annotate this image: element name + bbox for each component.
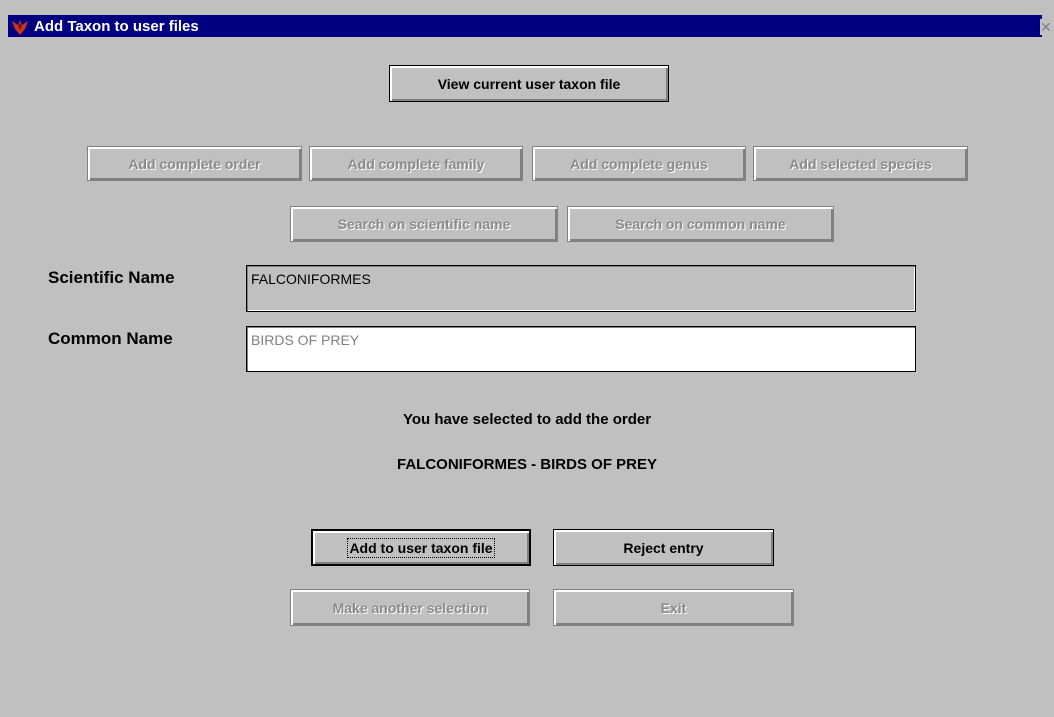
exit-label: Exit (660, 599, 687, 616)
reject-entry-button[interactable]: Reject entry (553, 529, 774, 566)
view-user-taxon-file-button[interactable]: View current user taxon file (389, 65, 669, 102)
selected-taxon-text: FALCONIFORMES - BIRDS OF PREY (396, 456, 657, 473)
window-title: Add Taxon to user files (34, 18, 199, 35)
common-name-label: Common Name (48, 329, 173, 348)
scientific-name-label: Scientific Name (48, 268, 175, 287)
add-complete-order-label: Add complete order (128, 155, 261, 172)
search-common-name-label: Search on common name (615, 216, 786, 232)
add-to-user-taxon-file-label: Add to user taxon file (347, 537, 495, 558)
add-complete-family-button[interactable]: Add complete family (309, 146, 523, 181)
add-selected-species-label: Add selected species (789, 155, 932, 172)
exit-button[interactable]: Exit (553, 589, 794, 626)
add-taxon-window: Add Taxon to user files ✕ View current u… (0, 0, 1054, 717)
bird-app-icon (10, 17, 30, 37)
make-another-selection-label: Make another selection (332, 599, 488, 616)
common-name-field[interactable]: BIRDS OF PREY (246, 326, 916, 372)
reject-entry-label: Reject entry (623, 539, 704, 556)
add-complete-genus-button[interactable]: Add complete genus (532, 146, 746, 181)
search-scientific-name-label: Search on scientific name (337, 216, 511, 232)
selection-message: You have selected to add the order (402, 411, 652, 428)
close-icon[interactable]: ✕ (1040, 19, 1054, 35)
search-common-name-button[interactable]: Search on common name (567, 206, 834, 242)
add-complete-family-label: Add complete family (347, 155, 485, 172)
add-to-user-taxon-file-button[interactable]: Add to user taxon file (311, 529, 531, 566)
add-complete-order-button[interactable]: Add complete order (87, 146, 302, 181)
make-another-selection-button[interactable]: Make another selection (290, 589, 530, 626)
scientific-name-field[interactable]: FALCONIFORMES (246, 265, 916, 312)
view-user-taxon-file-label: View current user taxon file (437, 75, 621, 92)
search-scientific-name-button[interactable]: Search on scientific name (290, 206, 558, 242)
add-selected-species-button[interactable]: Add selected species (753, 146, 968, 181)
add-complete-genus-label: Add complete genus (570, 155, 708, 172)
